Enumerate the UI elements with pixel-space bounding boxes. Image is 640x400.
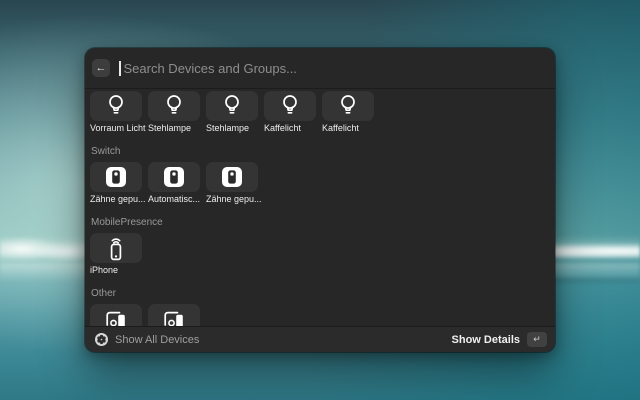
device-tile[interactable] [322,91,374,121]
phone-presence-icon [104,235,128,261]
action-bar: Show All Devices Show Details ↵ [85,326,555,352]
device-tile[interactable] [206,162,258,192]
device-label: Zähne gepu... [90,194,142,205]
switch-icon [221,166,243,188]
device-label: Zähne gepu... [206,194,258,205]
section-header-switch: Switch [91,146,550,157]
section-header-other: Other [91,288,550,299]
return-key-icon: ↵ [527,332,547,347]
switch-icon [105,166,127,188]
list-item[interactable]: Zähne gepu... [90,162,142,205]
list-item[interactable]: iPhone [90,233,142,276]
device-tile[interactable] [90,91,142,121]
device-label: Stehlampe [206,123,258,134]
show-details-button[interactable]: Show Details [452,334,520,346]
tv-speaker-icon [104,308,128,326]
section-other-row [90,304,550,326]
device-label: Kaffelicht [322,123,374,134]
device-label: Automatisc... [148,194,200,205]
device-tile[interactable] [90,233,142,263]
device-tile[interactable] [148,91,200,121]
list-item[interactable]: Kaffelicht [322,91,374,134]
list-item[interactable]: Kaffelicht [264,91,316,134]
search-bar: ← [85,48,555,89]
section-switch-row: Zähne gepu... Automatisc... [90,162,550,205]
section-header-mobilepresence: MobilePresence [91,217,550,228]
results-list[interactable]: Vorraum Licht Stehlampe [85,89,555,326]
list-item[interactable]: Stehlampe [148,91,200,134]
device-search-window: ← Vorraum Licht [85,48,555,352]
list-item[interactable]: Vorraum Licht [90,91,142,134]
device-tile[interactable] [148,162,200,192]
back-button[interactable]: ← [92,59,110,77]
list-item[interactable]: Stehlampe [206,91,258,134]
search-input[interactable] [122,60,546,77]
section-lights-row: Vorraum Licht Stehlampe [90,91,550,134]
section-mobilepresence-row: iPhone [90,233,550,276]
device-label: Stehlampe [148,123,200,134]
list-item[interactable] [90,304,142,326]
back-icon: ← [96,63,107,74]
list-item[interactable]: Automatisc... [148,162,200,205]
device-label: iPhone [90,265,142,276]
device-label: Kaffelicht [264,123,316,134]
desktop: ← Vorraum Licht [0,0,640,400]
tv-speaker-icon [162,308,186,326]
device-tile[interactable] [90,304,142,326]
device-label: Vorraum Licht [90,123,142,134]
device-tile[interactable] [206,91,258,121]
list-item[interactable]: Zähne gepu... [206,162,258,205]
command-name: Show All Devices [115,334,199,346]
lightbulb-icon [221,94,243,118]
switch-icon [163,166,185,188]
lightbulb-icon [279,94,301,118]
lightbulb-icon [105,94,127,118]
lightbulb-icon [337,94,359,118]
list-item[interactable] [148,304,200,326]
device-tile[interactable] [264,91,316,121]
device-tile[interactable] [148,304,200,326]
lightbulb-icon [163,94,185,118]
device-tile[interactable] [90,162,142,192]
text-caret [119,61,121,76]
app-logo-icon [95,333,108,346]
